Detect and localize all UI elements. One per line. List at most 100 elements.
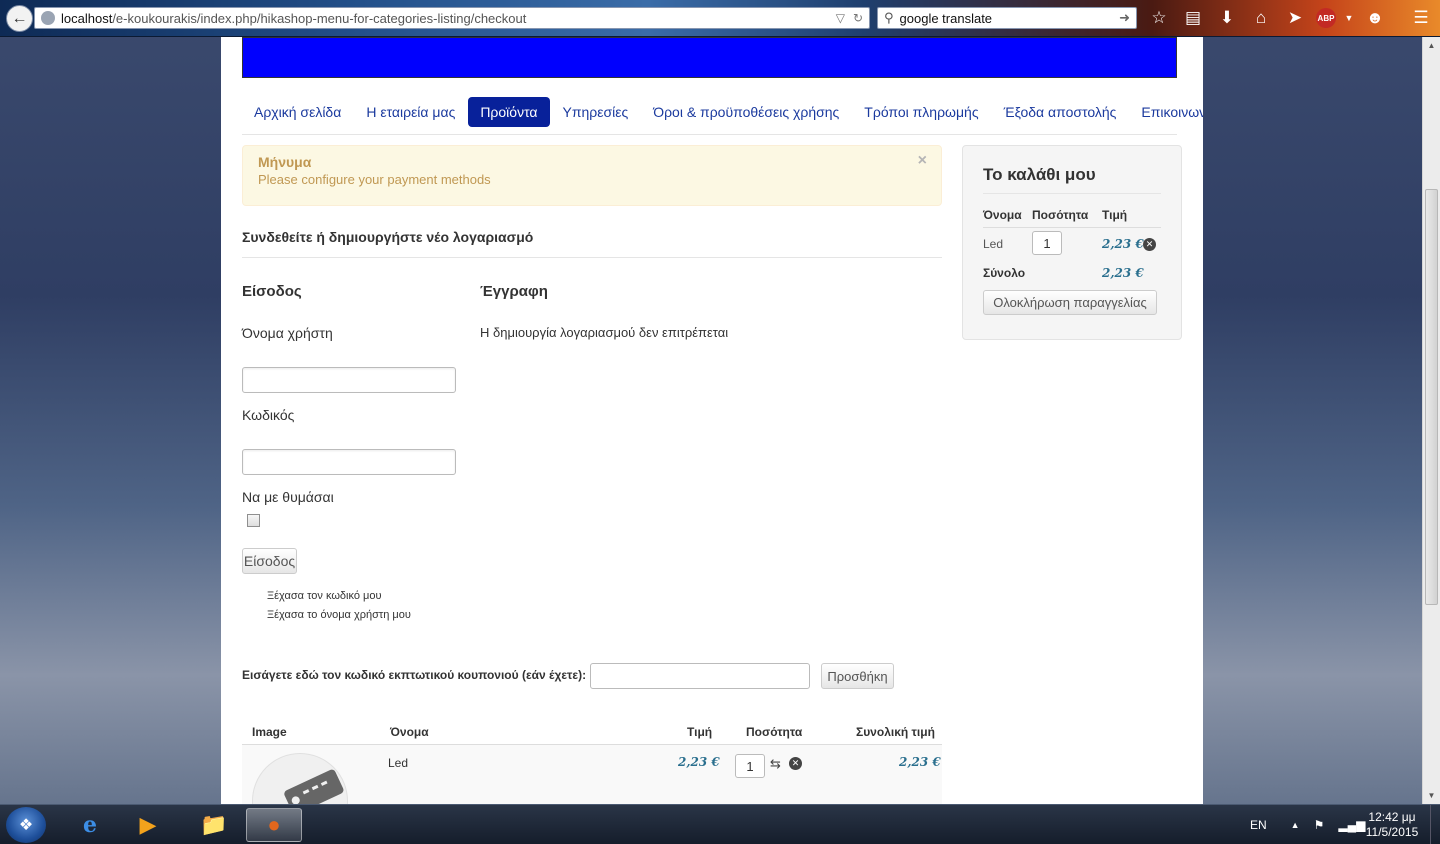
mini-cart-item-name[interactable]: Led bbox=[983, 237, 1003, 251]
login-column-title: Είσοδος bbox=[242, 283, 302, 300]
clock-date: 11/5/2015 bbox=[1365, 825, 1419, 839]
alert-message: Please configure your payment methods bbox=[258, 172, 491, 187]
nav-item-company[interactable]: Η εταιρεία μας bbox=[354, 97, 467, 127]
alert-title: Μήνυμα bbox=[258, 154, 312, 170]
nav-item-services[interactable]: Υπηρεσίες bbox=[551, 97, 641, 127]
scroll-down-icon[interactable]: ▼ bbox=[1423, 787, 1440, 804]
mini-cart-title: Το καλάθι μου bbox=[983, 165, 1161, 194]
smiley-icon[interactable]: ☻ bbox=[1362, 6, 1388, 30]
mini-cart-header-quantity: Ποσότητα bbox=[1032, 208, 1089, 222]
start-button[interactable]: ❖ bbox=[6, 807, 46, 843]
url-host: localhost bbox=[61, 10, 113, 26]
dropdown-arrow-icon[interactable]: ▼ bbox=[1344, 6, 1354, 30]
scroll-up-icon[interactable]: ▲ bbox=[1423, 37, 1440, 54]
refresh-icon[interactable]: ⇆ bbox=[770, 756, 781, 772]
table-row: Led 2,23 € 1 ⇆ ✕ 2,23 € bbox=[242, 745, 942, 804]
cart-item-price: 2,23 € bbox=[678, 755, 720, 769]
coupon-field[interactable] bbox=[590, 663, 810, 689]
column-header-total: Συνολική τιμή bbox=[856, 725, 935, 739]
remember-me-checkbox[interactable] bbox=[247, 514, 260, 527]
bookmark-star-icon[interactable]: ☆ bbox=[1146, 6, 1172, 30]
nav-item-shipping[interactable]: Έξοδα αποστολής bbox=[992, 97, 1129, 127]
url-path: /e-koukourakis/index.php/hikashop-menu-f… bbox=[112, 10, 527, 26]
registration-disabled-text: Η δημιουργία λογαριασμού δεν επιτρέπεται bbox=[480, 325, 729, 340]
price-tag-icon bbox=[284, 769, 344, 804]
adblock-icon[interactable]: ABP bbox=[1316, 8, 1336, 28]
quantity-field[interactable]: 1 bbox=[735, 754, 765, 778]
search-go-icon[interactable]: ➜ bbox=[1119, 10, 1136, 26]
send-icon[interactable]: ➤ bbox=[1282, 6, 1308, 30]
home-icon[interactable]: ⌂ bbox=[1248, 6, 1274, 30]
language-indicator[interactable]: EN bbox=[1250, 818, 1267, 832]
site-identity-icon[interactable] bbox=[41, 11, 55, 25]
add-coupon-button[interactable]: Προσθήκη bbox=[821, 663, 894, 689]
mini-cart-quantity-field[interactable]: 1 bbox=[1032, 231, 1062, 255]
product-image[interactable] bbox=[252, 753, 348, 804]
close-icon[interactable]: × bbox=[918, 152, 927, 170]
menu-icon[interactable]: ☰ bbox=[1408, 6, 1434, 30]
remove-icon[interactable]: ✕ bbox=[1143, 238, 1156, 251]
column-header-price: Τιμή bbox=[687, 725, 713, 739]
cart-table: Image Όνομα Τιμή Ποσότητα Συνολική τιμή … bbox=[242, 717, 942, 804]
mini-cart-total-value: 2,23 € bbox=[1102, 266, 1144, 280]
address-bar[interactable]: localhost/e-koukourakis/index.php/hikash… bbox=[34, 7, 870, 29]
back-button[interactable]: ← bbox=[6, 5, 33, 32]
file-explorer-icon[interactable]: 📁 bbox=[186, 808, 242, 842]
windows-taskbar: ❖ e ▶ 📁 ● EN ▲ ⚑ ▂▄▆ 12:42 μμ 11/5/2015 bbox=[0, 804, 1440, 844]
mini-cart-item-price: 2,23 € bbox=[1102, 237, 1144, 251]
clock-time: 12:42 μμ bbox=[1368, 810, 1416, 824]
system-clock[interactable]: 12:42 μμ 11/5/2015 bbox=[1360, 810, 1424, 840]
remember-me-label: Να με θυμάσαι bbox=[242, 489, 334, 505]
nav-item-payment-methods[interactable]: Τρόποι πληρωμής bbox=[852, 97, 990, 127]
checkout-button[interactable]: Ολοκλήρωση παραγγελίας bbox=[983, 290, 1157, 315]
downloads-icon[interactable]: ⬇ bbox=[1214, 6, 1240, 30]
password-label: Κωδικός bbox=[242, 407, 295, 423]
firefox-icon[interactable]: ● bbox=[246, 808, 302, 842]
search-bar[interactable]: ⚲ google translate ➜ bbox=[877, 7, 1137, 29]
web-page: Αρχική σελίδα Η εταιρεία μας Προϊόντα Υπ… bbox=[221, 37, 1203, 804]
action-center-flag-icon[interactable]: ⚑ bbox=[1314, 818, 1325, 832]
login-button[interactable]: Είσοδος bbox=[242, 548, 297, 574]
remove-icon[interactable]: ✕ bbox=[789, 757, 802, 770]
coupon-label: Εισάγετε εδώ τον κωδικό εκπτωτικού κουπο… bbox=[242, 668, 587, 682]
system-tray: EN ▲ ⚑ ▂▄▆ bbox=[1250, 805, 1365, 844]
cart-item-total: 2,23 € bbox=[899, 755, 941, 769]
search-icon: ⚲ bbox=[884, 10, 894, 25]
dropdown-arrow-icon[interactable]: ▽ bbox=[836, 11, 845, 25]
nav-item-home[interactable]: Αρχική σελίδα bbox=[242, 97, 353, 127]
windows-logo-icon: ❖ bbox=[18, 817, 34, 834]
column-header-quantity: Ποσότητα bbox=[746, 725, 803, 739]
reload-icon[interactable]: ↻ bbox=[853, 11, 863, 25]
password-field[interactable] bbox=[242, 449, 456, 475]
vertical-scrollbar[interactable]: ▲ ▼ bbox=[1422, 37, 1440, 804]
divider bbox=[983, 227, 1161, 228]
forgot-username-link[interactable]: Ξέχασα το όνομα χρήστη μου bbox=[267, 609, 411, 621]
scrollbar-thumb[interactable] bbox=[1425, 189, 1438, 605]
mini-cart-total-label: Σύνολο bbox=[983, 266, 1026, 280]
browser-toolbar: ← localhost/e-koukourakis/index.php/hika… bbox=[0, 0, 1440, 37]
username-field[interactable] bbox=[242, 367, 456, 393]
nav-item-products[interactable]: Προϊόντα bbox=[468, 97, 550, 127]
nav-item-contact[interactable]: Επικοινωνία bbox=[1129, 97, 1203, 127]
mini-cart-header-name: Όνομα bbox=[983, 208, 1022, 222]
register-column-title: Έγγραφη bbox=[480, 283, 548, 300]
header-banner bbox=[242, 37, 1177, 78]
mini-cart-module: Το καλάθι μου Όνομα Ποσότητα Τιμή Led 1 … bbox=[962, 145, 1182, 340]
cart-table-header: Image Όνομα Τιμή Ποσότητα Συνολική τιμή bbox=[242, 717, 942, 745]
media-player-icon[interactable]: ▶ bbox=[120, 808, 176, 842]
back-arrow-icon: ← bbox=[11, 9, 28, 27]
main-navigation: Αρχική σελίδα Η εταιρεία μας Προϊόντα Υπ… bbox=[242, 97, 1203, 135]
nav-item-terms[interactable]: Όροι & προϋποθέσεις χρήσης bbox=[641, 97, 851, 127]
show-hidden-icons-icon[interactable]: ▲ bbox=[1291, 820, 1300, 830]
login-section-heading: Συνδεθείτε ή δημιουργήστε νέο λογαριασμό bbox=[242, 229, 942, 258]
cart-item-name[interactable]: Led bbox=[388, 756, 408, 770]
column-header-image: Image bbox=[252, 725, 287, 739]
forgot-password-link[interactable]: Ξέχασα τον κωδικό μου bbox=[267, 590, 382, 602]
message-alert: Μήνυμα Please configure your payment met… bbox=[242, 145, 942, 206]
show-desktop-button[interactable] bbox=[1430, 805, 1440, 844]
internet-explorer-icon[interactable]: e bbox=[62, 808, 118, 842]
search-value: google translate bbox=[899, 10, 993, 26]
bookmarks-list-icon[interactable]: ▤ bbox=[1180, 6, 1206, 30]
username-label: Όνομα χρήστη bbox=[242, 325, 333, 341]
mini-cart-header-price: Τιμή bbox=[1102, 208, 1128, 222]
